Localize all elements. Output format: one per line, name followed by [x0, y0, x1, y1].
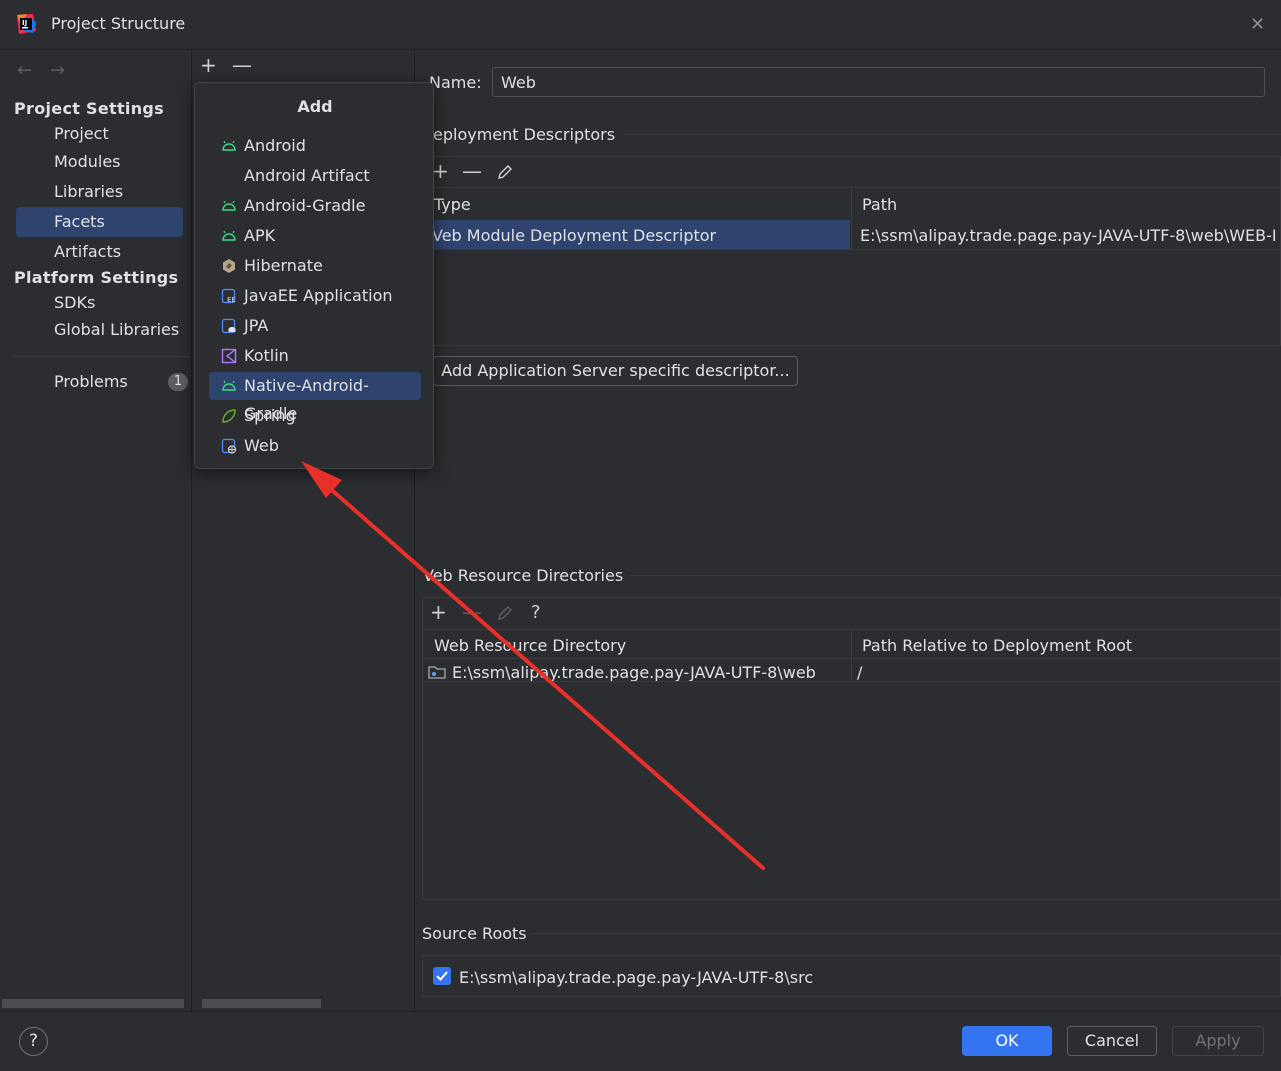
- section-divider: [624, 134, 1281, 135]
- popup-item-label: Spring: [244, 406, 296, 425]
- sidebar-item-artifacts[interactable]: Artifacts: [16, 237, 183, 267]
- spring-icon: [222, 409, 236, 423]
- popup-item-label: APK: [244, 226, 276, 245]
- web-resource-directory-cell[interactable]: E:\ssm\alipay.trade.page.pay-JAVA-UTF-8\…: [452, 663, 816, 682]
- edit-pencil-icon[interactable]: [496, 604, 514, 622]
- add-icon[interactable]: +: [200, 53, 217, 77]
- table-header-border: [423, 187, 1281, 188]
- apply-button[interactable]: Apply: [1172, 1026, 1264, 1056]
- android-icon: [222, 230, 236, 241]
- add-facet-popup: Add Android Android Artifact Android-Gra…: [194, 82, 434, 469]
- remove-descriptor-icon[interactable]: —: [462, 159, 482, 183]
- row-border: [423, 681, 1281, 682]
- popup-item-label: Android: [244, 136, 306, 155]
- source-root-checkbox[interactable]: [433, 967, 451, 985]
- sidebar-item-global-libraries[interactable]: Global Libraries: [16, 315, 183, 345]
- sidebar-item-sdks[interactable]: SDKs: [16, 288, 183, 318]
- popup-item-jpa[interactable]: JPA: [209, 312, 421, 340]
- deployment-descriptors-heading: eployment Descriptors: [433, 125, 616, 144]
- source-root-path: E:\ssm\alipay.trade.page.pay-JAVA-UTF-8\…: [459, 968, 814, 987]
- svg-text:IJ: IJ: [22, 19, 27, 27]
- table-header-border: [423, 629, 1281, 630]
- section-divider: [630, 575, 1281, 576]
- popup-item-android[interactable]: Android: [209, 132, 421, 160]
- ok-button[interactable]: OK: [962, 1026, 1052, 1056]
- relative-path-column-header[interactable]: Path Relative to Deployment Root: [862, 636, 1132, 655]
- path-column-header[interactable]: Path: [862, 195, 897, 214]
- web-icon: [221, 438, 237, 454]
- popup-item-web[interactable]: Web: [209, 432, 421, 460]
- folder-icon: [428, 666, 446, 679]
- sidebar-scrollbar[interactable]: [2, 999, 184, 1008]
- popup-item-native-android-gradle[interactable]: Native-Android-Gradle: [209, 372, 421, 423]
- popup-item-spring[interactable]: Spring: [209, 402, 421, 430]
- popup-item-apk[interactable]: APK: [209, 222, 421, 250]
- popup-item-label: Kotlin: [244, 346, 289, 365]
- javaee-icon: EE: [221, 288, 236, 304]
- popup-item-label: JPA: [244, 316, 269, 335]
- forward-arrow-icon[interactable]: →: [50, 60, 65, 81]
- web-resource-directory-column-header[interactable]: Web Resource Directory: [434, 636, 626, 655]
- title-bar: [0, 0, 1281, 50]
- remove-web-resource-icon[interactable]: —: [462, 600, 482, 624]
- android-icon: [222, 140, 236, 151]
- help-button[interactable]: ?: [19, 1027, 48, 1056]
- project-settings-heading: Project Settings: [14, 99, 164, 118]
- edit-pencil-icon[interactable]: [496, 163, 514, 181]
- popup-item-javaee-application[interactable]: EE JavaEE Application: [209, 282, 421, 310]
- platform-settings-heading: Platform Settings: [14, 268, 179, 287]
- intellij-logo-icon: IJ: [17, 14, 36, 34]
- back-arrow-icon[interactable]: ←: [17, 60, 32, 81]
- sidebar-divider: [14, 356, 190, 357]
- relative-path-cell[interactable]: /: [857, 663, 862, 682]
- name-label: Name:: [429, 73, 482, 92]
- popup-item-kotlin[interactable]: Kotlin: [209, 342, 421, 370]
- sidebar-item-project[interactable]: Project: [16, 119, 183, 149]
- descriptor-path-cell: E:\ssm\alipay.trade.page.pay-JAVA-UTF-8\…: [860, 226, 1277, 245]
- sidebar-item-problems[interactable]: Problems: [16, 367, 183, 397]
- jpa-icon: [221, 318, 236, 334]
- source-roots-heading: Source Roots: [422, 924, 527, 943]
- row-border: [423, 249, 1281, 250]
- remove-icon[interactable]: —: [232, 53, 252, 77]
- popup-item-android-gradle[interactable]: Android-Gradle: [209, 192, 421, 220]
- kotlin-icon: [221, 348, 237, 364]
- window-title: Project Structure: [51, 14, 186, 33]
- help-question-icon[interactable]: ?: [531, 602, 541, 623]
- add-descriptor-icon[interactable]: +: [432, 159, 449, 183]
- sidebar-item-modules[interactable]: Modules: [16, 147, 183, 177]
- checkmark-icon: [436, 971, 448, 981]
- popup-item-label: Web: [244, 436, 279, 455]
- popup-item-label: Android Artifact: [244, 166, 370, 185]
- row-border: [423, 658, 1281, 659]
- add-server-descriptor-button[interactable]: Add Application Server specific descript…: [433, 356, 798, 386]
- popup-title: Add: [297, 97, 333, 116]
- popup-item-label: Hibernate: [244, 256, 323, 275]
- popup-item-label: Android-Gradle: [244, 196, 366, 215]
- type-column-header[interactable]: Type: [434, 195, 471, 214]
- popup-item-hibernate[interactable]: Hibernate: [209, 252, 421, 280]
- sidebar-item-facets[interactable]: Facets: [16, 207, 183, 237]
- web-resource-directories-heading: Veb Resource Directories: [423, 566, 624, 585]
- facets-list-scrollbar[interactable]: [202, 999, 321, 1008]
- android-icon: [222, 380, 236, 391]
- svg-text:EE: EE: [227, 296, 236, 304]
- section-divider: [532, 933, 1281, 934]
- deployment-descriptors-table: [422, 156, 1281, 346]
- cancel-button[interactable]: Cancel: [1067, 1026, 1157, 1056]
- problems-count-badge: 1: [168, 373, 188, 391]
- add-web-resource-icon[interactable]: +: [430, 600, 447, 624]
- popup-item-label: JavaEE Application: [244, 286, 393, 305]
- popup-item-android-artifact[interactable]: Android Artifact: [209, 162, 421, 190]
- sidebar-item-libraries[interactable]: Libraries: [16, 177, 183, 207]
- column-divider: [851, 188, 852, 250]
- hibernate-icon: [223, 259, 235, 273]
- descriptor-type-cell: Veb Module Deployment Descriptor: [432, 226, 717, 245]
- name-field[interactable]: [492, 67, 1265, 97]
- close-icon[interactable]: ✕: [1250, 14, 1265, 35]
- android-icon: [222, 200, 236, 211]
- column-divider: [851, 630, 852, 682]
